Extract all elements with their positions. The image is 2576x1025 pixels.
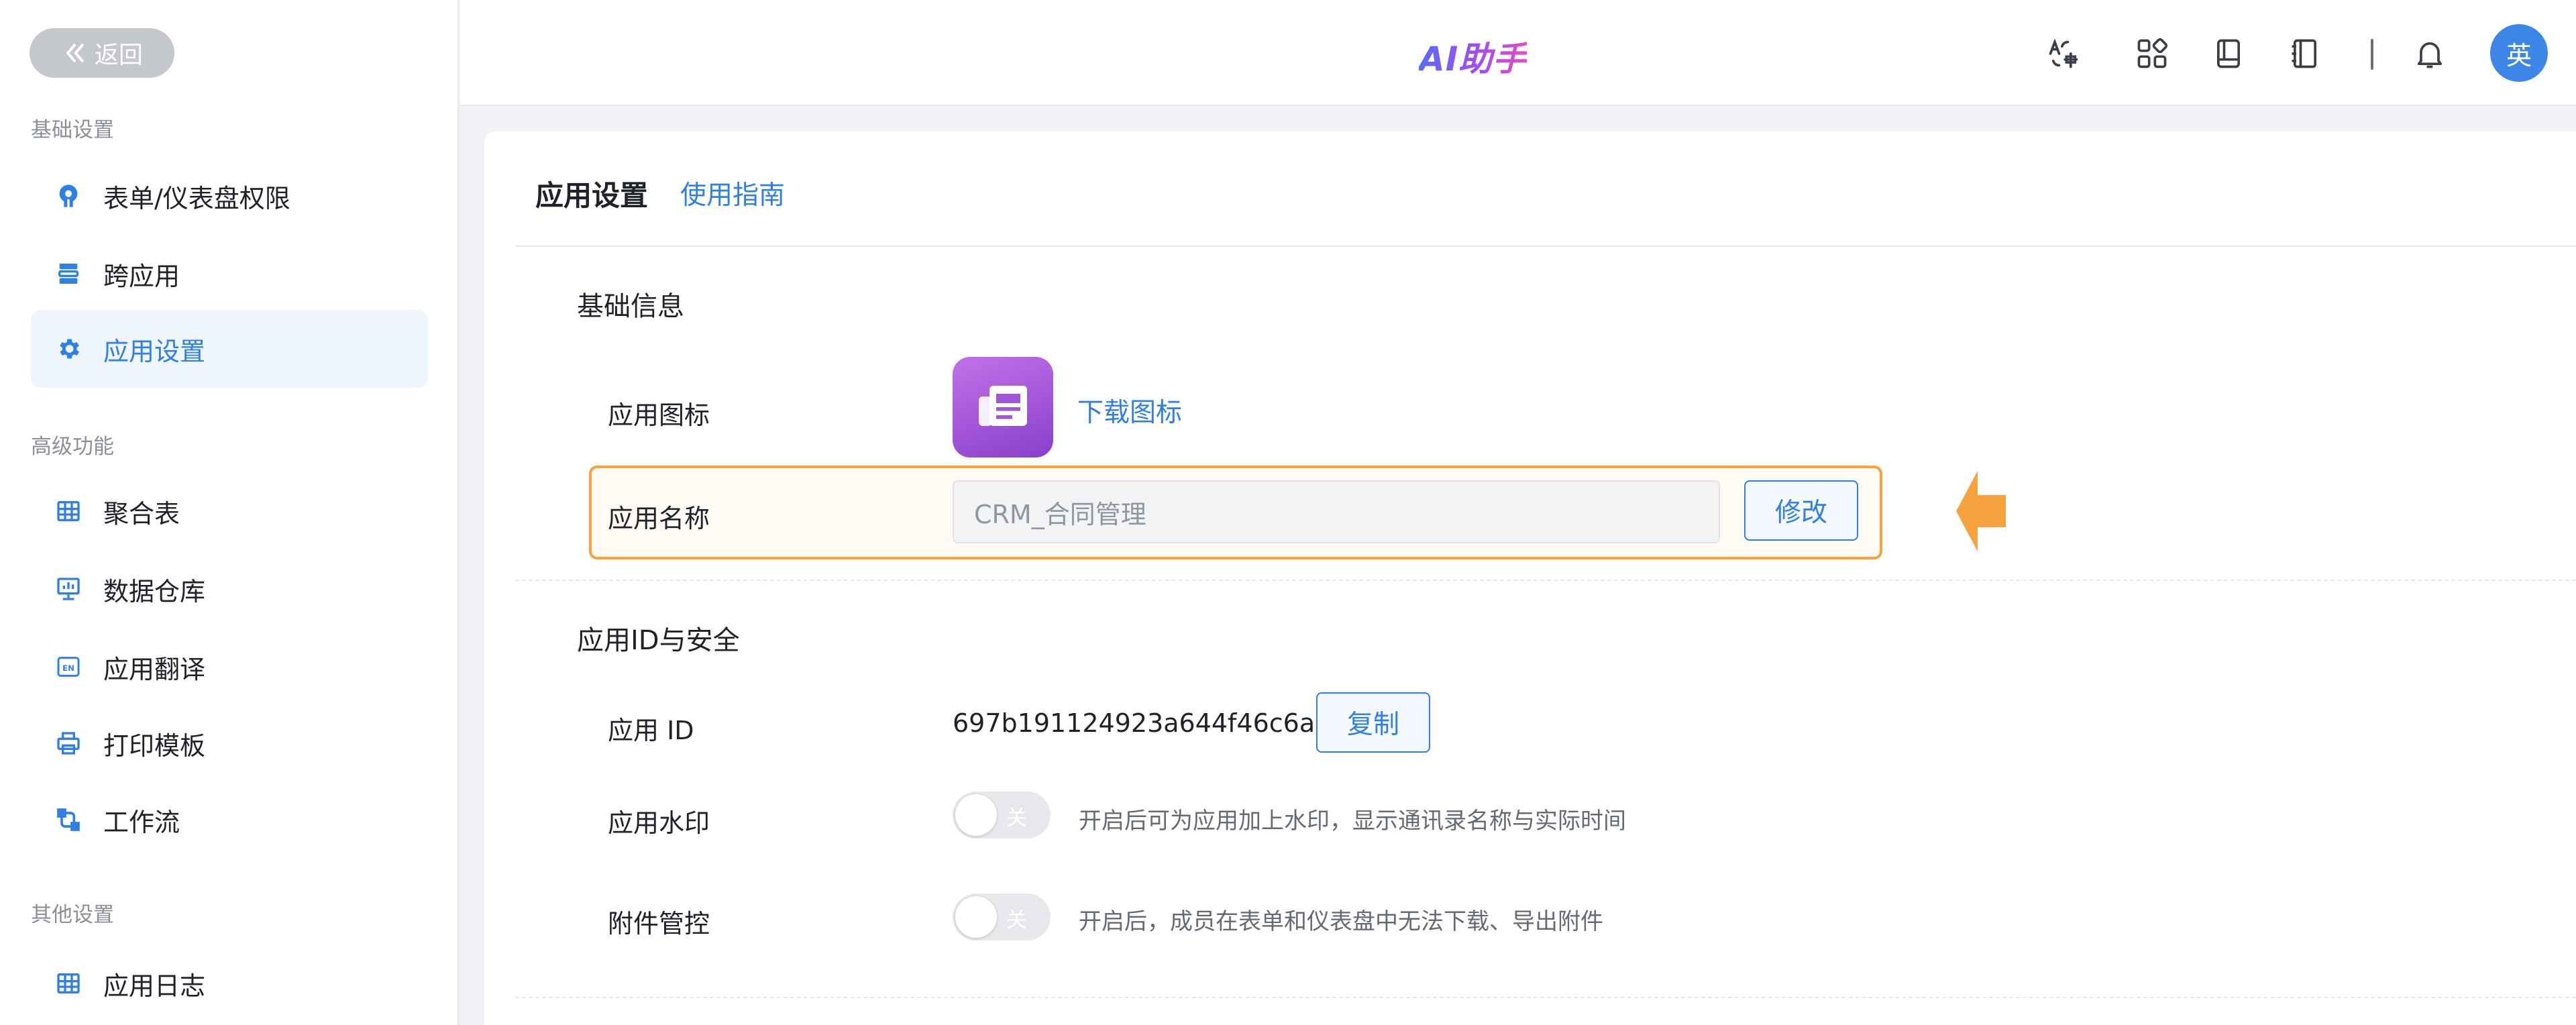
toggle-knob [955,896,997,938]
data-warehouse-icon [54,574,83,604]
watermark-hint: 开启后可为应用加上水印，显示通讯录名称与实际时间 [1079,808,1626,834]
sidebar-item-print-template[interactable]: 打印模板 [31,704,428,782]
back-button[interactable]: 返回 [30,28,174,78]
header-divider [2371,39,2373,70]
bell-icon[interactable] [2410,34,2450,74]
gear-icon [54,334,83,364]
toggle-knob [955,794,997,836]
translate-icon: EN [54,652,83,682]
app-icon [953,357,1053,457]
attachment-control-label: 附件管控 [608,909,710,938]
sidebar-item-aggregate-table[interactable]: 聚合表 [31,472,428,550]
printer-icon [54,729,83,758]
watermark-label: 应用水印 [608,808,710,838]
app-name-label: 应用名称 [608,504,710,533]
group-title-other: 其他设置 [31,903,114,927]
sidebar-item-label: 应用设置 [103,336,206,366]
sidebar-item-app-translation[interactable]: EN 应用翻译 [31,628,428,706]
book-icon[interactable] [2208,34,2249,74]
translate-icon[interactable] [2043,34,2084,74]
sidebar-item-label: 打印模板 [103,731,206,761]
sidebar-item-label: 跨应用 [103,261,180,291]
section-divider [515,580,2576,581]
toggle-state-label: 关 [1006,806,1027,830]
sidebar-item-workflow[interactable]: 工作流 [31,781,428,859]
group-title-basic: 基础设置 [31,118,114,142]
back-label: 返回 [94,42,143,69]
toggle-state-label: 关 [1006,908,1027,932]
section-divider [515,997,2576,998]
attachment-control-hint: 开启后，成员在表单和仪表盘中无法下载、导出附件 [1079,908,1603,935]
sidebar-item-label: 应用日志 [103,971,206,1001]
arrow-left-icon [1956,471,2006,551]
sidebar-item-label: 应用翻译 [103,654,206,684]
download-icon-link[interactable]: 下载图标 [1077,392,1182,429]
sidebar-item-data-warehouse[interactable]: 数据仓库 [31,550,428,628]
copy-button[interactable]: 复制 [1316,692,1430,753]
log-icon [54,969,83,998]
settings-card [484,131,2576,1025]
avatar[interactable]: 英 [2490,24,2548,82]
usage-guide-link[interactable]: 使用指南 [680,174,785,212]
workflow-icon [54,805,83,834]
sidebar: 返回 基础设置 表单/仪表盘权限 跨应用 应用设置 高级功能 聚合表 数据仓库 [0,0,459,1025]
section-title-basic-info: 基础信息 [577,291,684,322]
sidebar-item-app-log[interactable]: 应用日志 [31,945,428,1022]
watermark-toggle[interactable]: 关 [953,792,1051,839]
double-chevron-left-icon [66,44,84,62]
sidebar-item-form-permission[interactable]: 表单/仪表盘权限 [31,157,428,235]
app-id-value: 697b191124923a644f46c6ab [953,708,1332,738]
sidebar-item-cross-app[interactable]: 跨应用 [31,235,428,313]
permission-icon [54,181,83,211]
modify-button[interactable]: 修改 [1744,480,1858,541]
attachment-control-toggle[interactable]: 关 [953,894,1051,940]
sidebar-item-label: 工作流 [103,807,180,837]
app-icon-label: 应用图标 [608,400,710,430]
svg-text:EN: EN [62,663,74,673]
sidebar-item-app-settings[interactable]: 应用设置 [31,310,428,388]
sidebar-item-label: 表单/仪表盘权限 [103,183,290,213]
ai-assistant-button[interactable]: AI助手 [1419,32,1527,80]
apps-grid-icon[interactable] [2132,34,2172,74]
cross-app-icon [54,259,83,288]
group-title-advanced: 高级功能 [31,435,114,459]
notebook-icon[interactable] [2285,34,2325,74]
title-divider [515,246,2576,247]
sidebar-item-label: 数据仓库 [103,576,206,606]
page-title: 应用设置 [535,179,649,212]
app-name-input[interactable] [953,480,1720,543]
newspaper-icon [979,386,1027,426]
section-title-id-security: 应用ID与安全 [577,625,740,656]
app-id-label: 应用 ID [608,716,694,745]
sidebar-item-label: 聚合表 [103,498,180,529]
table-icon [54,496,83,526]
